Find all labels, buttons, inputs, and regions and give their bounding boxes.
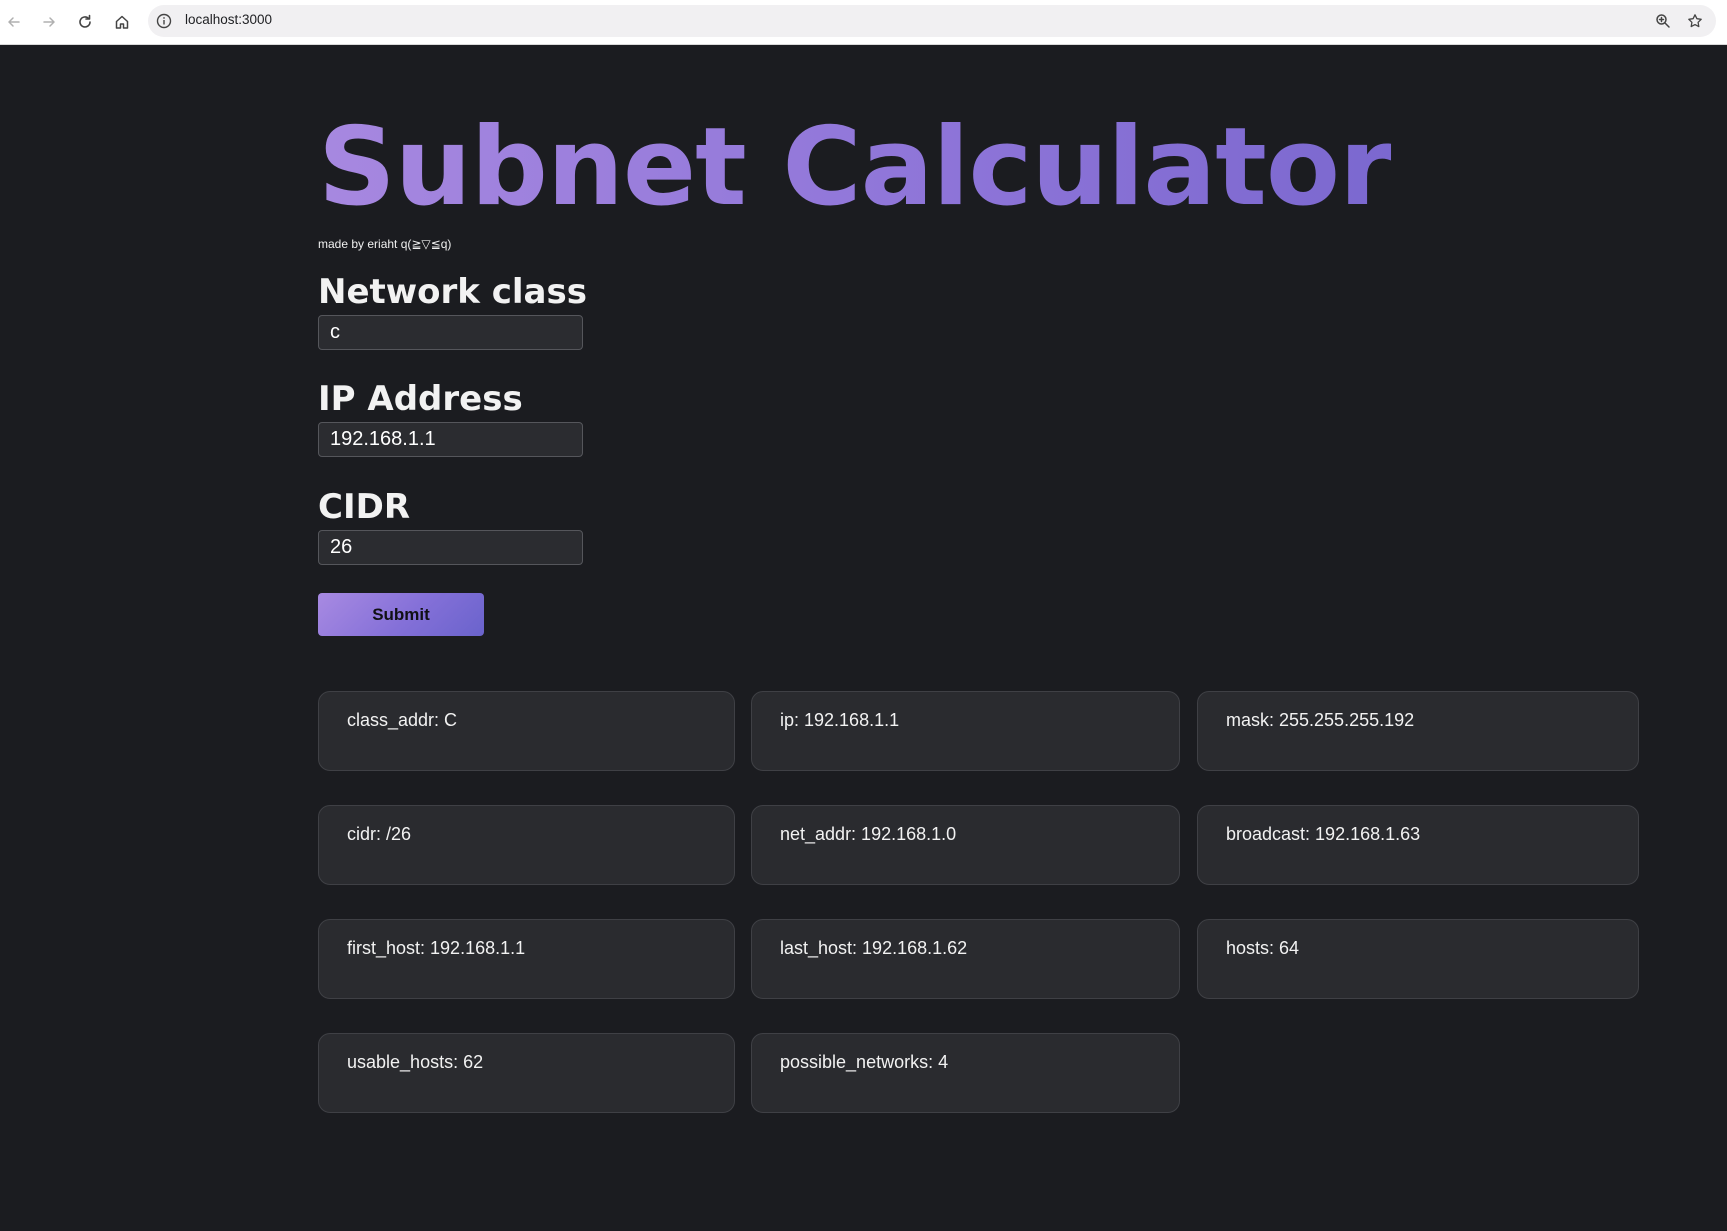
address-bar[interactable]: localhost:3000 <box>148 5 1716 37</box>
browser-toolbar: localhost:3000 <box>0 0 1727 45</box>
info-icon[interactable] <box>156 13 172 29</box>
network-class-input[interactable] <box>318 315 583 350</box>
author-subtitle: made by eriaht q(≧▽≦q) <box>318 237 452 251</box>
result-text: ip: 192.168.1.1 <box>780 710 900 730</box>
result-text: cidr: /26 <box>347 824 412 844</box>
result-text: class_addr: C <box>347 710 458 730</box>
reload-icon <box>79 14 91 28</box>
result-card-class-addr: class_addr: C <box>318 691 735 771</box>
result-card-mask: mask: 255.255.255.192 <box>1197 691 1639 771</box>
result-card-net-addr: net_addr: 192.168.1.0 <box>751 805 1180 885</box>
submit-button[interactable]: Submit <box>318 593 484 636</box>
home-button[interactable] <box>110 10 134 34</box>
result-text: broadcast: 192.168.1.63 <box>1226 824 1421 844</box>
result-text: hosts: 64 <box>1226 938 1300 958</box>
zoom-icon <box>1656 14 1670 28</box>
result-text: last_host: 192.168.1.62 <box>780 938 968 958</box>
result-card-last-host: last_host: 192.168.1.62 <box>751 919 1180 999</box>
result-card-broadcast: broadcast: 192.168.1.63 <box>1197 805 1639 885</box>
reload-button[interactable] <box>73 10 97 34</box>
forward-button[interactable] <box>37 10 61 34</box>
star-icon <box>1688 14 1702 28</box>
result-text: first_host: 192.168.1.1 <box>347 938 526 958</box>
result-card-first-host: first_host: 192.168.1.1 <box>318 919 735 999</box>
back-button[interactable] <box>2 10 26 34</box>
result-card-hosts: hosts: 64 <box>1197 919 1639 999</box>
result-card-cidr: cidr: /26 <box>318 805 735 885</box>
page-title: Subnet Calculator <box>318 105 1392 230</box>
result-text: mask: 255.255.255.192 <box>1226 710 1415 730</box>
result-card-possible-networks: possible_networks: 4 <box>751 1033 1180 1113</box>
result-text: usable_hosts: 62 <box>347 1052 484 1072</box>
cidr-label: CIDR <box>318 487 411 527</box>
result-card-usable-hosts: usable_hosts: 62 <box>318 1033 735 1113</box>
network-class-label: Network class <box>318 272 587 312</box>
url-text[interactable]: localhost:3000 <box>185 12 272 27</box>
result-text: possible_networks: 4 <box>780 1052 949 1072</box>
result-text: net_addr: 192.168.1.0 <box>780 824 957 844</box>
ip-address-input[interactable] <box>318 422 583 457</box>
cidr-input[interactable] <box>318 530 583 565</box>
zoom-button[interactable] <box>1653 11 1673 31</box>
bookmark-button[interactable] <box>1685 11 1705 31</box>
forward-arrow-icon <box>43 17 55 27</box>
home-icon <box>115 15 129 29</box>
result-card-ip: ip: 192.168.1.1 <box>751 691 1180 771</box>
back-arrow-icon <box>8 17 20 27</box>
ip-address-label: IP Address <box>318 379 523 419</box>
